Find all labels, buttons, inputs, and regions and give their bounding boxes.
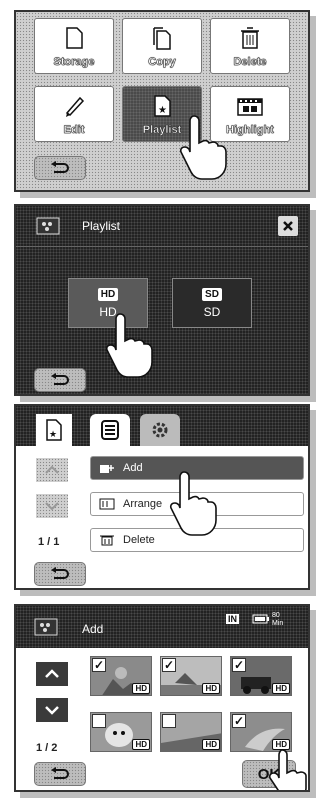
- page-indicator: 1 / 2: [36, 742, 58, 754]
- playlist-icon: ★: [46, 419, 62, 441]
- playlist-film-icon: [36, 217, 60, 235]
- delete-tile[interactable]: Delete: [210, 18, 290, 74]
- gear-icon: [152, 422, 168, 438]
- page-indicator: 1 / 1: [38, 536, 60, 548]
- back-button[interactable]: [34, 762, 86, 786]
- battery-time: 80 Min: [272, 612, 284, 627]
- thumbnail-5[interactable]: HD: [160, 712, 222, 752]
- storage-icon: [66, 27, 83, 49]
- chevron-down-icon: [45, 502, 59, 511]
- menu-item-label: Add: [123, 462, 143, 474]
- svg-text:★: ★: [158, 105, 167, 116]
- return-arrow-icon: [51, 161, 69, 173]
- svg-text:★: ★: [49, 430, 57, 440]
- thumbnail-3[interactable]: ✓ HD: [230, 656, 292, 696]
- sd-badge: SD: [202, 287, 222, 301]
- tab-settings[interactable]: [140, 414, 180, 446]
- return-arrow-icon: [51, 767, 69, 779]
- tab-playlist[interactable]: ★: [36, 414, 72, 446]
- close-icon: [283, 221, 293, 231]
- playlist-panel: Playlist HD HD SD SD: [14, 204, 310, 396]
- menu-list-icon: [101, 420, 119, 440]
- screen-title: Add: [82, 622, 104, 636]
- storage-tile[interactable]: Storage: [34, 18, 114, 74]
- back-button[interactable]: [34, 368, 86, 392]
- tile-label: Delete: [233, 56, 267, 69]
- screen-title: Playlist: [82, 219, 121, 233]
- sd-label: SD: [203, 304, 221, 319]
- thumbnail-checkbox[interactable]: ✓: [232, 658, 246, 672]
- back-button[interactable]: [34, 562, 86, 586]
- pointing-hand-icon: [268, 749, 307, 790]
- return-arrow-icon: [51, 567, 69, 579]
- copy-icon: [153, 27, 171, 50]
- pencil-icon: [65, 96, 85, 117]
- chevron-down-icon: [45, 706, 59, 715]
- hd-badge: HD: [132, 739, 150, 750]
- scroll-down-button[interactable]: [36, 494, 68, 518]
- title-bar: Playlist: [16, 206, 308, 247]
- scroll-up-button[interactable]: [36, 662, 68, 686]
- edit-tile[interactable]: Edit: [34, 86, 114, 142]
- scroll-down-button[interactable]: [36, 698, 68, 722]
- hd-badge: HD: [132, 683, 150, 694]
- add-panel: Add IN 80 Min 1 / 2 ✓ HD ✓ HD ✓ HD HD HD…: [14, 604, 310, 792]
- delete-icon: [100, 535, 114, 546]
- return-arrow-icon: [51, 373, 69, 385]
- add-icon: [100, 465, 114, 473]
- hd-badge: HD: [97, 287, 119, 301]
- edit-panel: ★ 1 / 1 Add Arrange Delete: [14, 404, 310, 590]
- scroll-up-button[interactable]: [36, 458, 68, 482]
- thumbnail-1[interactable]: ✓ HD: [90, 656, 152, 696]
- film-icon: [237, 98, 263, 116]
- tab-bar: ★: [16, 406, 308, 446]
- playlist-icon: ★: [154, 95, 171, 117]
- chevron-up-icon: [45, 669, 59, 678]
- close-button[interactable]: [278, 216, 298, 236]
- arrange-icon: [99, 498, 115, 510]
- chevron-up-icon: [45, 465, 59, 474]
- pointing-hand-icon: [169, 471, 217, 536]
- tile-label: Edit: [63, 124, 85, 137]
- sd-option[interactable]: SD SD: [172, 278, 252, 328]
- hd-badge: HD: [202, 739, 220, 750]
- pointing-hand-icon: [179, 115, 227, 180]
- thumbnail-checkbox[interactable]: [162, 714, 176, 728]
- menu-item-label: Delete: [123, 534, 155, 546]
- copy-tile[interactable]: Copy: [122, 18, 202, 74]
- thumbnail-checkbox[interactable]: ✓: [92, 658, 106, 672]
- trash-icon: [241, 27, 259, 49]
- tile-label: Storage: [53, 56, 95, 69]
- thumbnail-checkbox[interactable]: ✓: [162, 658, 176, 672]
- thumbnail-4[interactable]: HD: [90, 712, 152, 752]
- storage-indicator: IN: [226, 614, 239, 624]
- thumbnail-checkbox[interactable]: [92, 714, 106, 728]
- pointing-hand-icon: [105, 313, 153, 378]
- menu-panel: Storage Copy Delete Edit ★ Playlist High…: [14, 10, 310, 192]
- back-button[interactable]: [34, 156, 86, 180]
- playlist-film-icon: [34, 618, 58, 636]
- tile-label: Copy: [148, 56, 176, 69]
- tab-menu[interactable]: [90, 414, 130, 446]
- hd-badge: HD: [272, 683, 290, 694]
- thumbnail-2[interactable]: ✓ HD: [160, 656, 222, 696]
- title-bar: Add IN 80 Min: [16, 606, 308, 648]
- battery-icon: [252, 614, 269, 624]
- menu-item-label: Arrange: [123, 498, 163, 510]
- thumbnail-checkbox[interactable]: ✓: [232, 714, 246, 728]
- hd-badge: HD: [202, 683, 220, 694]
